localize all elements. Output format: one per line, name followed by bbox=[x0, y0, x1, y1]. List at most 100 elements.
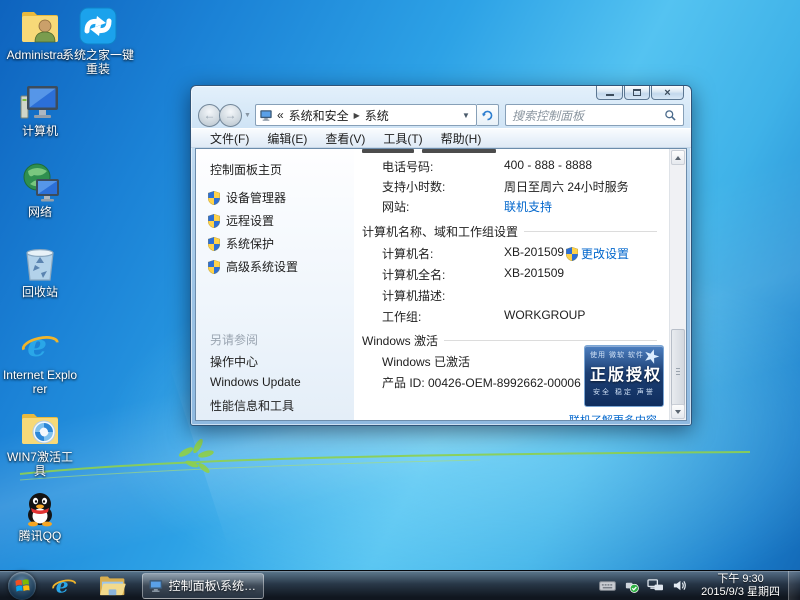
search-box[interactable]: 搜索控制面板 bbox=[505, 104, 684, 126]
menu-view[interactable]: 查看(V) bbox=[316, 130, 374, 147]
safely-remove-hardware-icon[interactable] bbox=[624, 578, 639, 593]
minimize-glyph bbox=[606, 94, 614, 96]
desktop-icon-win7-activation[interactable]: WIN7激活工具 bbox=[2, 408, 78, 478]
clipped-text-row bbox=[422, 149, 496, 153]
wallpaper-vine bbox=[0, 430, 760, 500]
field-label: 计算机名: bbox=[382, 245, 433, 262]
desktop-icon-label: 计算机 bbox=[2, 124, 78, 138]
desktop-icon-qq[interactable]: 腾讯QQ bbox=[2, 487, 78, 543]
scroll-up-button[interactable] bbox=[671, 150, 685, 165]
taskbar-clock[interactable]: 下午 9:30 2015/9/3 星期四 bbox=[701, 573, 780, 599]
system-tray: 下午 9:30 2015/9/3 星期四 bbox=[595, 571, 800, 600]
desktop-icon-computer[interactable]: 计算机 bbox=[2, 82, 78, 138]
sidebar-item-label: 高级系统设置 bbox=[226, 258, 298, 275]
system-window: × ← → ▼ « 系统和安全 ▶ 系统 ▼ 搜索控制面板 文件(F) 编辑(E… bbox=[190, 85, 692, 426]
online-support-link[interactable]: 联机支持 bbox=[504, 198, 552, 215]
menu-help[interactable]: 帮助(H) bbox=[432, 130, 491, 147]
genuine-software-badge[interactable]: 使用 微软 软件 正版授权 安全 稳定 声誉 bbox=[584, 345, 664, 407]
refresh-icon bbox=[481, 109, 494, 122]
computer-icon bbox=[19, 82, 61, 122]
clock-time: 下午 9:30 bbox=[701, 573, 780, 586]
field-value: WORKGROUP bbox=[504, 308, 585, 322]
sidebar-item-remote-settings[interactable]: 远程设置 bbox=[208, 212, 274, 229]
section-title: 计算机名称、域和工作组设置 bbox=[362, 223, 518, 240]
computer-description-row: 计算机描述: bbox=[354, 287, 659, 303]
breadcrumb-security[interactable]: 系统和安全 bbox=[289, 107, 349, 124]
field-label: 工作组: bbox=[382, 308, 421, 325]
ie-icon bbox=[51, 573, 77, 599]
back-button[interactable]: ← bbox=[198, 104, 221, 127]
support-phone-row: 电话号码: 400 - 888 - 8888 bbox=[354, 158, 659, 174]
section-rule bbox=[524, 231, 657, 232]
change-settings-link[interactable]: 更改设置 bbox=[566, 245, 629, 262]
sidebar-item-label: 系统保护 bbox=[226, 235, 274, 252]
input-language-icon[interactable] bbox=[599, 580, 616, 592]
taskbar-ie-button[interactable] bbox=[44, 572, 84, 600]
change-settings-label: 更改设置 bbox=[581, 245, 629, 262]
search-placeholder: 搜索控制面板 bbox=[512, 107, 664, 124]
sidebar-item-system-protection[interactable]: 系统保护 bbox=[208, 235, 274, 252]
address-bar[interactable]: « 系统和安全 ▶ 系统 ▼ bbox=[255, 104, 477, 126]
field-label: 电话号码: bbox=[382, 158, 433, 175]
sidebar-item-action-center[interactable]: 操作中心 bbox=[210, 353, 258, 370]
learn-more-online-link[interactable]: 联机了解更多内容... bbox=[550, 412, 666, 421]
menu-file[interactable]: 文件(F) bbox=[201, 130, 258, 147]
scroll-down-button[interactable] bbox=[671, 404, 685, 419]
sidebar-item-windows-update[interactable]: Windows Update bbox=[210, 375, 301, 389]
sidebar: 控制面板主页 设备管理器 远程设置 系统保护 高级系统设置 另请参阅 操作中心 … bbox=[196, 149, 354, 420]
activation-folder-icon bbox=[19, 408, 61, 448]
sidebar-item-performance-tools[interactable]: 性能信息和工具 bbox=[210, 397, 294, 414]
desktop-icon-label: WIN7激活工具 bbox=[2, 450, 78, 478]
workgroup-row: 工作组: WORKGROUP bbox=[354, 308, 659, 324]
desktop-icon-recycle-bin[interactable]: 回收站 bbox=[2, 243, 78, 299]
network-icon bbox=[19, 163, 61, 203]
breadcrumb-system[interactable]: 系统 bbox=[365, 107, 389, 124]
maximize-button[interactable] bbox=[624, 86, 650, 100]
menu-tools[interactable]: 工具(T) bbox=[374, 130, 431, 147]
uac-shield-icon bbox=[208, 260, 220, 274]
vertical-scrollbar[interactable] bbox=[669, 149, 686, 420]
support-hours-row: 支持小时数: 周日至周六 24小时服务 bbox=[354, 178, 659, 194]
see-also-heading: 另请参阅 bbox=[210, 331, 258, 348]
sidebar-item-device-manager[interactable]: 设备管理器 bbox=[208, 189, 286, 206]
network-tray-icon[interactable] bbox=[647, 578, 664, 593]
forward-button[interactable]: → bbox=[219, 104, 242, 127]
menu-edit[interactable]: 编辑(E) bbox=[258, 130, 316, 147]
computer-name-section-header: 计算机名称、域和工作组设置 bbox=[362, 223, 657, 240]
activation-status: Windows 已激活 bbox=[382, 353, 470, 370]
show-desktop-button[interactable] bbox=[788, 571, 800, 600]
section-rule bbox=[444, 340, 657, 341]
sidebar-item-advanced-settings[interactable]: 高级系统设置 bbox=[208, 258, 298, 275]
volume-icon[interactable] bbox=[672, 578, 687, 593]
refresh-button[interactable] bbox=[477, 104, 499, 126]
taskbar-active-window-button[interactable]: 控制面板\系统和... bbox=[142, 573, 264, 599]
uac-shield-icon bbox=[208, 191, 220, 205]
desktop-icon-internet-explorer[interactable]: Internet Explorer bbox=[2, 326, 78, 396]
desktop-icon-reinstall-app[interactable]: 系统之家一键重装 bbox=[60, 6, 136, 76]
scrollbar-thumb[interactable] bbox=[671, 329, 685, 413]
computer-fullname-row: 计算机全名: XB-20150903 bbox=[354, 266, 659, 282]
desktop-icon-label: 回收站 bbox=[2, 285, 78, 299]
sidebar-item-label: 设备管理器 bbox=[226, 189, 286, 206]
down-arrow-icon bbox=[675, 410, 681, 414]
field-value: XB-20150903 bbox=[504, 245, 564, 259]
location-computer-icon bbox=[259, 108, 273, 122]
address-dropdown-icon[interactable]: ▼ bbox=[459, 111, 473, 120]
system-page-content: 电话号码: 400 - 888 - 8888 支持小时数: 周日至周六 24小时… bbox=[354, 149, 669, 420]
field-label: 网站: bbox=[382, 198, 409, 215]
desktop-icon-network[interactable]: 网络 bbox=[2, 163, 78, 219]
genuine-star-icon bbox=[643, 348, 660, 365]
windows-flag-icon bbox=[15, 578, 30, 593]
uac-shield-icon bbox=[208, 214, 220, 228]
reinstall-app-icon bbox=[77, 6, 119, 46]
window-titlebar[interactable]: × bbox=[191, 86, 691, 102]
sidebar-item-control-panel-home[interactable]: 控制面板主页 bbox=[210, 161, 282, 178]
minimize-button[interactable] bbox=[596, 86, 623, 100]
taskbar-explorer-button[interactable] bbox=[92, 572, 132, 600]
support-website-row: 网站: 联机支持 bbox=[354, 198, 659, 214]
start-button[interactable] bbox=[8, 572, 36, 600]
close-button[interactable]: × bbox=[651, 86, 684, 100]
search-icon bbox=[664, 109, 677, 122]
badge-bottom-text: 安全 稳定 声誉 bbox=[585, 385, 663, 397]
nav-history-dropdown-icon[interactable]: ▼ bbox=[244, 112, 251, 119]
